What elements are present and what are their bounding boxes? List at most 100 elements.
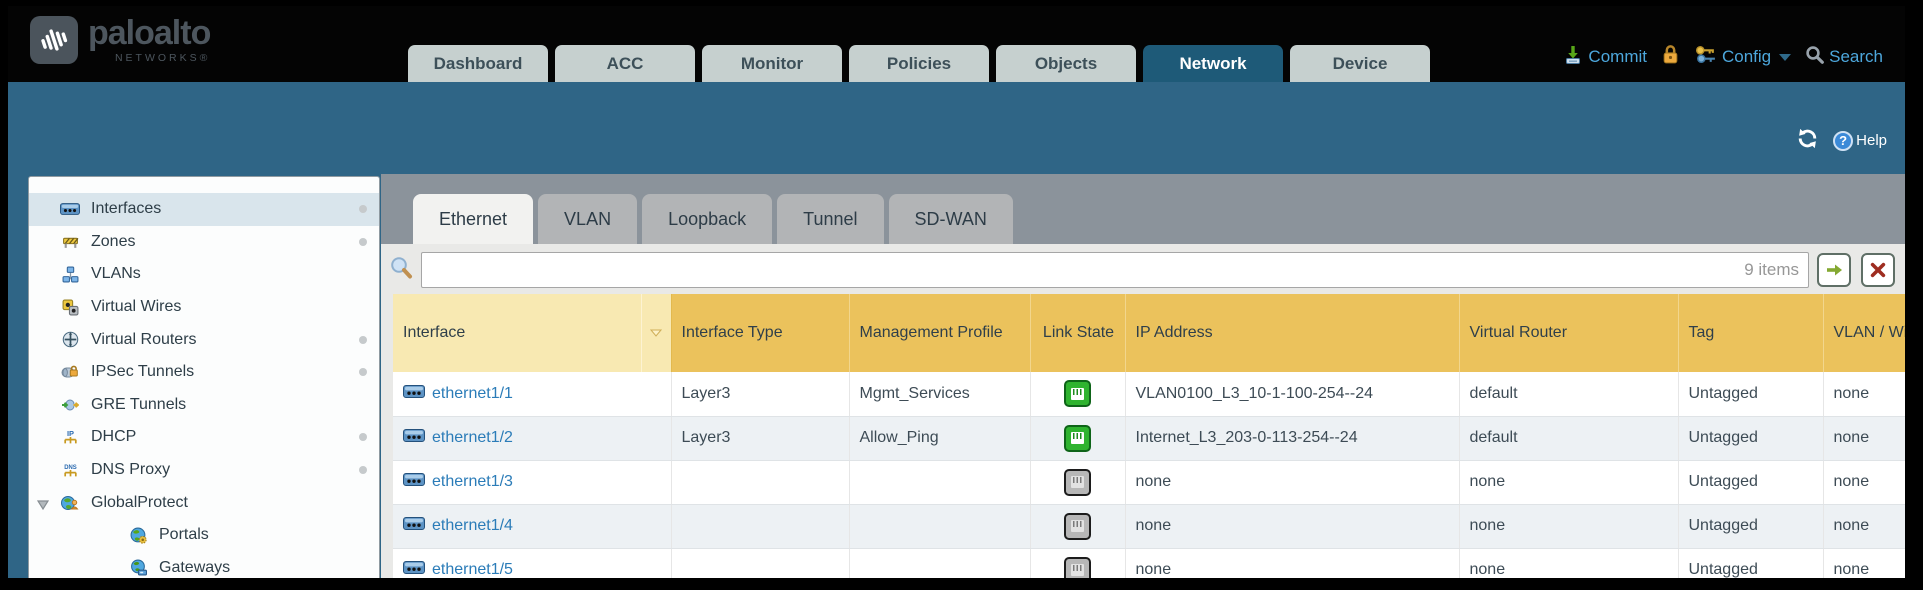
cell-interface-type <box>671 504 849 548</box>
vlans-icon <box>59 266 81 283</box>
cell-tag: Untagged <box>1678 372 1823 416</box>
interface-link[interactable]: ethernet1/1 <box>403 385 513 403</box>
sidebar-item-globalprotect[interactable]: GlobalProtect <box>29 486 379 519</box>
filter-input[interactable] <box>421 252 1809 288</box>
sidebar-item-ipsec-tunnels[interactable]: IPSec Tunnels <box>29 356 379 389</box>
cell-link-state <box>1030 460 1125 504</box>
link-state-icon[interactable] <box>1064 380 1091 407</box>
link-state-icon[interactable] <box>1064 425 1091 452</box>
col-header-vlan-wire[interactable]: VLAN / Wire <box>1823 294 1905 372</box>
table-row[interactable]: ethernet1/1 Layer3 Mgmt_Services VLAN010… <box>393 372 1905 416</box>
commit-button[interactable]: Commit <box>1563 45 1647 70</box>
cell-vlan-wire: none <box>1823 460 1905 504</box>
cell-tag: Untagged <box>1678 504 1823 548</box>
cell-tag: Untagged <box>1678 460 1823 504</box>
commit-label: Commit <box>1588 47 1647 67</box>
ethernet-port-icon <box>403 517 425 535</box>
sidebar-item-virtual-routers[interactable]: Virtual Routers <box>29 323 379 356</box>
col-header-management-profile[interactable]: Management Profile <box>849 294 1030 372</box>
sidebar-item-label: DNS Proxy <box>91 461 170 479</box>
cell-link-state <box>1030 416 1125 460</box>
sidebar-item-portals[interactable]: Portals <box>29 519 379 552</box>
search-button[interactable]: Search <box>1805 45 1883 69</box>
sidebar-item-dhcp[interactable]: IP DHCP <box>29 421 379 454</box>
top-header: paloalto NETWORKS® Dashboard ACC Monitor… <box>8 6 1905 82</box>
sidebar-item-vlans[interactable]: VLANs <box>29 258 379 291</box>
help-button[interactable]: ? Help <box>1833 131 1887 151</box>
config-label: Config <box>1722 47 1771 67</box>
table-row[interactable]: ethernet1/2 Layer3 Allow_Ping Internet_L… <box>393 416 1905 460</box>
interface-link[interactable]: ethernet1/4 <box>403 517 513 535</box>
table-row[interactable]: ethernet1/5 none none Untagged none <box>393 548 1905 578</box>
ethernet-port-icon <box>403 473 425 491</box>
ethernet-port-icon <box>403 561 425 578</box>
column-menu-button[interactable] <box>641 294 671 372</box>
col-header-interface[interactable]: Interface <box>393 294 641 372</box>
logo-text: paloalto NETWORKS® <box>88 16 210 64</box>
tab-dashboard[interactable]: Dashboard <box>408 45 548 82</box>
table-row[interactable]: ethernet1/4 none none Untagged none <box>393 504 1905 548</box>
cell-virtual-router: default <box>1459 372 1678 416</box>
cell-virtual-router: none <box>1459 460 1678 504</box>
chevron-down-icon <box>1779 54 1791 61</box>
interface-type-tabs: Ethernet VLAN Loopback Tunnel SD-WAN <box>413 194 1013 244</box>
tab-network[interactable]: Network <box>1143 45 1283 82</box>
item-dot <box>359 368 367 376</box>
cell-link-state <box>1030 372 1125 416</box>
tab-monitor[interactable]: Monitor <box>702 45 842 82</box>
interface-link[interactable]: ethernet1/3 <box>403 473 513 491</box>
sidebar-item-label: Gateways <box>159 559 230 577</box>
main-content: Ethernet VLAN Loopback Tunnel SD-WAN 9 i… <box>381 174 1905 578</box>
dns-proxy-icon: DNS <box>59 462 81 479</box>
sidebar-item-gre-tunnels[interactable]: GRE Tunnels <box>29 389 379 422</box>
sort-triangle-icon <box>650 329 662 337</box>
interface-name: ethernet1/3 <box>432 473 513 491</box>
cell-tag: Untagged <box>1678 416 1823 460</box>
sidebar-item-virtual-wires[interactable]: Virtual Wires <box>29 291 379 324</box>
interface-link[interactable]: ethernet1/5 <box>403 561 513 578</box>
config-menu[interactable]: Config <box>1694 44 1791 70</box>
col-header-interface-type[interactable]: Interface Type <box>671 294 849 372</box>
cell-virtual-router: default <box>1459 416 1678 460</box>
col-header-link-state[interactable]: Link State <box>1030 294 1125 372</box>
lock-icon[interactable] <box>1661 44 1680 70</box>
tab-acc[interactable]: ACC <box>555 45 695 82</box>
commit-arrow-icon <box>1563 45 1583 70</box>
header-actions: Commit Config Search <box>1563 44 1883 70</box>
ethernet-port-icon <box>403 429 425 447</box>
subtab-tunnel[interactable]: Tunnel <box>777 194 883 244</box>
tab-objects[interactable]: Objects <box>996 45 1136 82</box>
link-state-icon[interactable] <box>1064 557 1091 579</box>
tab-device[interactable]: Device <box>1290 45 1430 82</box>
tab-policies[interactable]: Policies <box>849 45 989 82</box>
items-count: 9 items <box>1744 260 1799 280</box>
sidebar-item-dns-proxy[interactable]: DNS DNS Proxy <box>29 454 379 487</box>
col-header-tag[interactable]: Tag <box>1678 294 1823 372</box>
sidebar-item-gateways[interactable]: Gateways <box>29 552 379 578</box>
apply-filter-button[interactable] <box>1817 253 1851 287</box>
filter-bar: 9 items <box>381 244 1905 294</box>
col-header-virtual-router[interactable]: Virtual Router <box>1459 294 1678 372</box>
sidebar-item-label: VLANs <box>91 265 141 283</box>
filter-magnifier-icon[interactable] <box>389 256 413 285</box>
interface-link[interactable]: ethernet1/2 <box>403 429 513 447</box>
clear-filter-button[interactable] <box>1861 253 1895 287</box>
cell-management-profile: Allow_Ping <box>849 416 1030 460</box>
subtab-ethernet[interactable]: Ethernet <box>413 194 533 244</box>
sidebar-item-label: GlobalProtect <box>91 494 188 512</box>
sidebar-item-label: DHCP <box>91 428 136 446</box>
subtab-loopback[interactable]: Loopback <box>642 194 772 244</box>
sidebar-item-zones[interactable]: Zones <box>29 226 379 259</box>
sidebar-item-interfaces[interactable]: Interfaces <box>29 193 379 226</box>
interface-name: ethernet1/5 <box>432 561 513 578</box>
link-state-icon[interactable] <box>1064 513 1091 540</box>
subtab-sdwan[interactable]: SD-WAN <box>889 194 1013 244</box>
refresh-icon[interactable] <box>1796 127 1819 154</box>
help-label: Help <box>1856 132 1887 149</box>
expand-triangle-icon[interactable] <box>37 497 49 515</box>
col-header-ip-address[interactable]: IP Address <box>1125 294 1459 372</box>
item-dot <box>359 238 367 246</box>
table-row[interactable]: ethernet1/3 none none Untagged none <box>393 460 1905 504</box>
subtab-vlan[interactable]: VLAN <box>538 194 637 244</box>
link-state-icon[interactable] <box>1064 469 1091 496</box>
